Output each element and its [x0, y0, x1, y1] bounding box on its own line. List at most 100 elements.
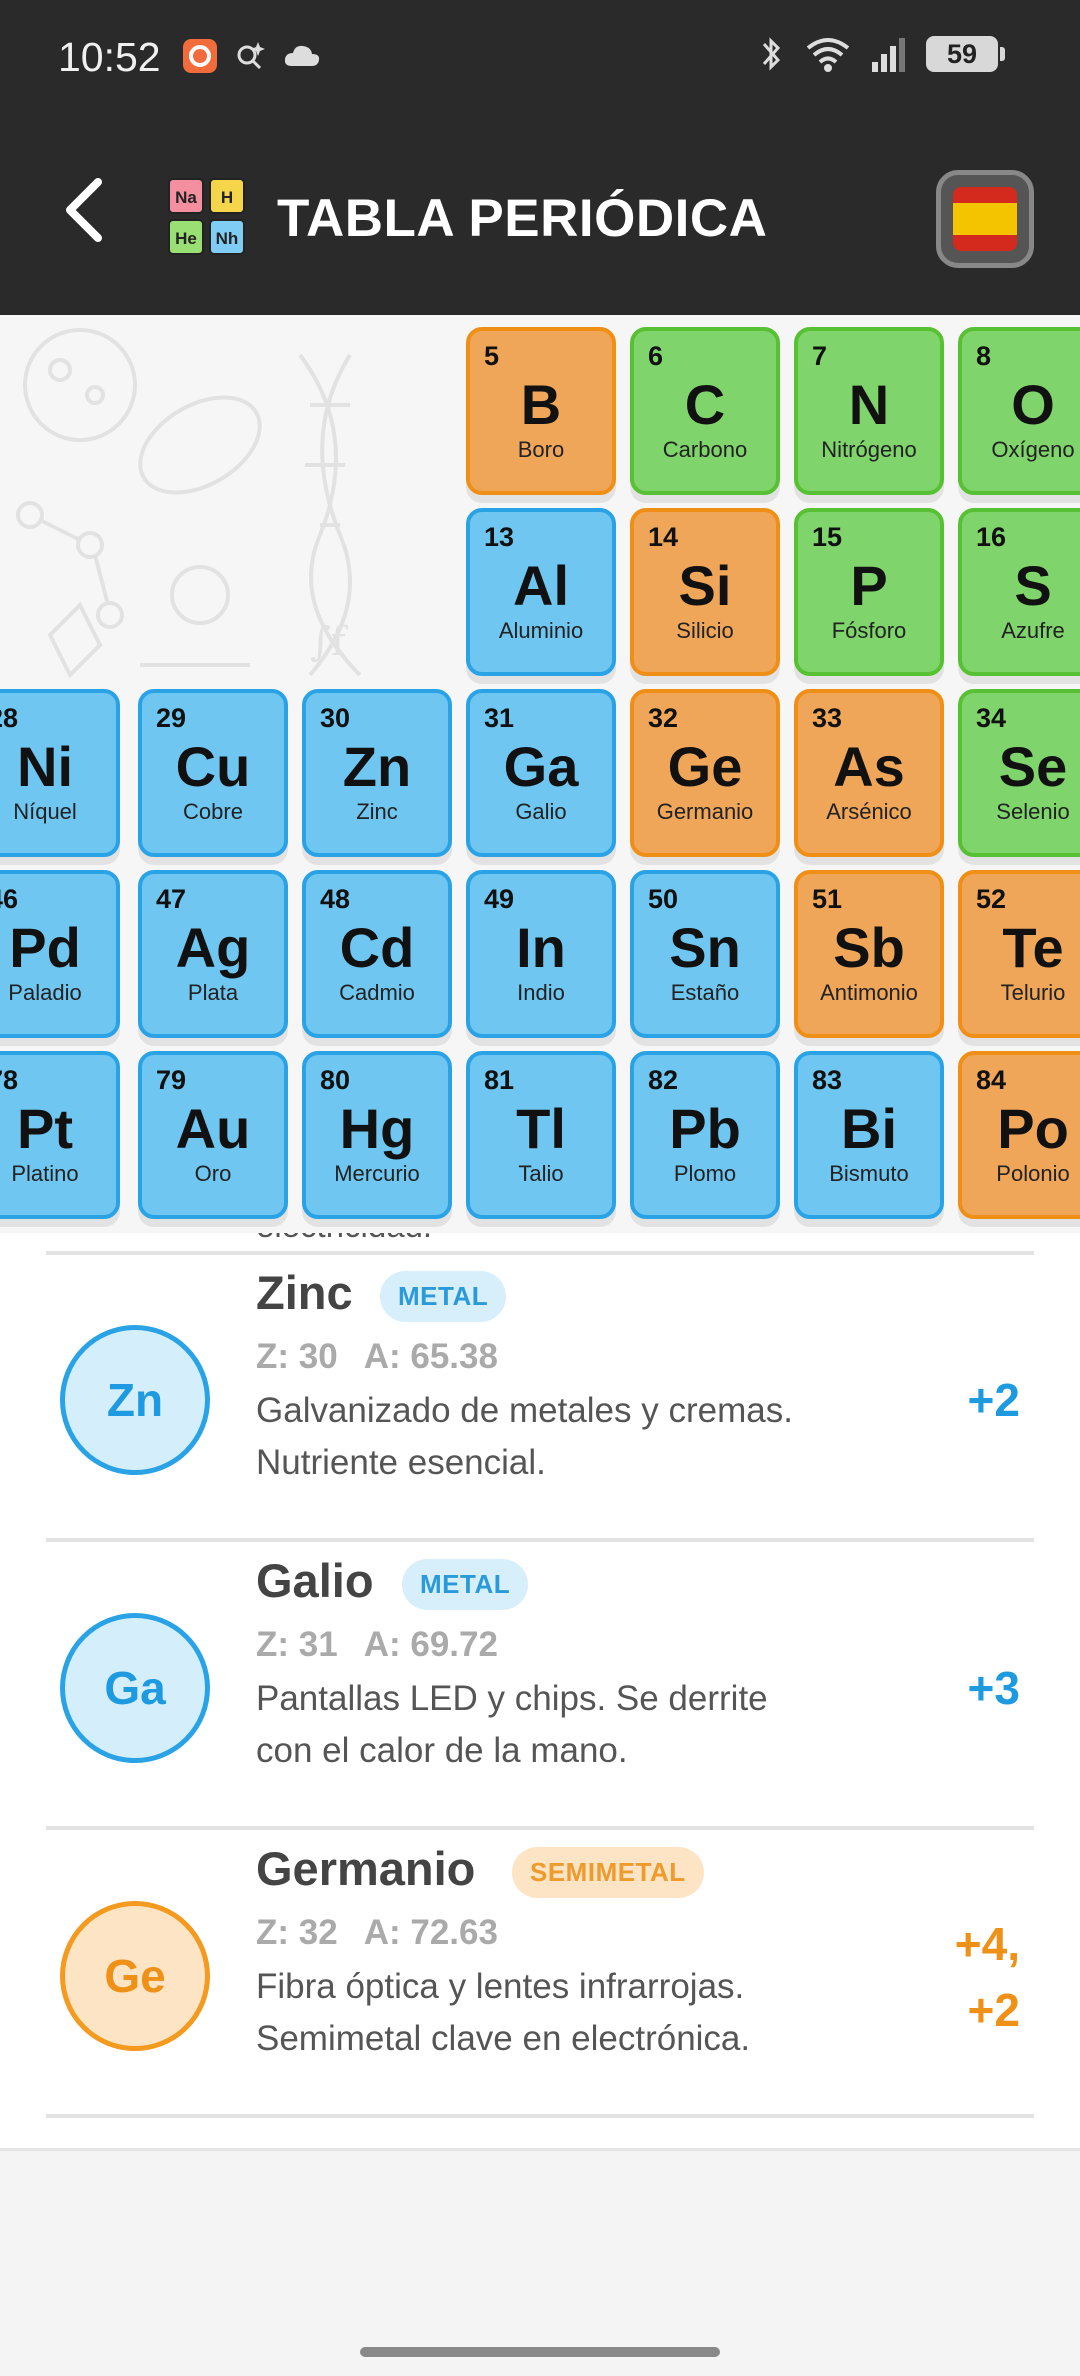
element-tile[interactable]: 5 B Boro	[466, 327, 616, 495]
oxidation-state: +4,	[954, 1918, 1020, 1970]
element-tile[interactable]: 83 Bi Bismuto	[794, 1051, 944, 1219]
element-tile[interactable]: 50 Sn Estaño	[630, 870, 780, 1038]
element-tile[interactable]: 6 C Carbono	[630, 327, 780, 495]
element-name: Zinc	[256, 1266, 353, 1319]
tile-atomic-number: 51	[812, 884, 843, 914]
list-divider	[46, 1538, 1034, 1542]
tile-atomic-number: 49	[484, 884, 515, 914]
element-tile[interactable]: 80 Hg Mercurio	[302, 1051, 452, 1219]
list-item-germanio[interactable]: Ge Germanio SEMIMETAL Z: 32 A: 72.63 Fibr…	[0, 1831, 1080, 2119]
tile-symbol: Ge	[667, 735, 743, 798]
element-tile[interactable]: 48 Cd Cadmio	[302, 870, 452, 1038]
element-tile[interactable]: 47 Ag Plata	[138, 870, 288, 1038]
language-button[interactable]	[936, 170, 1034, 268]
tile-element-name: Silicio	[676, 618, 734, 643]
element-tile[interactable]: 14 Si Silicio	[630, 508, 780, 676]
tile-symbol: Ag	[175, 916, 251, 979]
element-list[interactable]: electricidad. Zn Zinc METAL Z: 30 A: 65.3…	[0, 1233, 1080, 2148]
tile-element-name: Aluminio	[498, 618, 584, 643]
periodic-table-grid[interactable]: ∫f 5 B Boro 6 C Carbono 7 N Nitrógeno 8 O Oxígeno 13…	[0, 315, 1080, 1233]
tile-symbol: Tl	[516, 1097, 566, 1160]
tile-element-name: Polonio	[996, 1161, 1070, 1186]
tile-symbol: Ni	[17, 735, 73, 798]
element-tile[interactable]: 49 In Indio	[466, 870, 616, 1038]
atomic-number: Z: 31	[256, 1625, 338, 1664]
back-arrow-icon[interactable]	[48, 170, 128, 250]
bluetooth-icon	[762, 37, 781, 71]
element-tile[interactable]: 16 S Azufre	[958, 508, 1080, 676]
tile-symbol: Pb	[669, 1097, 741, 1160]
tile-symbol: Sb	[833, 916, 905, 979]
tile-element-name: Fósforo	[831, 618, 907, 643]
tile-atomic-number: 15	[812, 522, 843, 552]
atomic-number: Z: 30	[256, 1337, 338, 1376]
oxidation-states: +4, +2	[955, 1911, 1020, 2043]
top-bar: 10:52 59 Na H He Nh TABLA PERIÓDICA	[0, 0, 1080, 315]
element-tile[interactable]: 30 Zn Zinc	[302, 689, 452, 857]
tile-element-name: Selenio	[996, 799, 1070, 824]
list-item-zinc[interactable]: Zn Zinc METAL Z: 30 A: 65.38 Galvanizado …	[0, 1255, 1080, 1543]
tile-atomic-number: 80	[320, 1065, 351, 1095]
tile-symbol: Cu	[175, 735, 251, 798]
oxidation-states: +3	[968, 1655, 1020, 1721]
element-tile[interactable]: 31 Ga Galio	[466, 689, 616, 857]
element-tile[interactable]: 46PdPaladio	[0, 870, 120, 1038]
tile-element-name: Germanio	[656, 799, 754, 824]
element-description: Galvanizado de metales y cremas. Nutrient…	[256, 1385, 896, 1489]
element-tile[interactable]: 78PtPlatino	[0, 1051, 120, 1219]
tile-atomic-number: 83	[812, 1065, 843, 1095]
element-tile[interactable]: 81 Tl Talio	[466, 1051, 616, 1219]
app-bar: Na H He Nh TABLA PERIÓDICA	[0, 118, 1080, 315]
element-tile[interactable]: 82 Pb Plomo	[630, 1051, 780, 1219]
tile-atomic-number: 14	[648, 522, 679, 552]
element-tile[interactable]: 8 O Oxígeno	[958, 327, 1080, 495]
tile-element-name: Antimonio	[820, 980, 918, 1005]
element-tile[interactable]: 7 N Nitrógeno	[794, 327, 944, 495]
atomic-mass: A: 69.72	[363, 1625, 498, 1664]
status-bar: 10:52 59	[0, 0, 1080, 118]
tile-atomic-number: 46	[0, 884, 19, 914]
element-tile[interactable]: 34 Se Selenio	[958, 689, 1080, 857]
description-line: con el calor de la mano.	[256, 1731, 628, 1770]
tile-atomic-number: 78	[0, 1065, 19, 1095]
home-indicator[interactable]	[360, 2347, 720, 2357]
tile-symbol: Cd	[339, 916, 415, 979]
svg-text:∫f: ∫f	[310, 619, 349, 665]
description-line: Pantallas LED y chips. Se derrite	[256, 1679, 768, 1718]
tile-atomic-number: 7	[812, 341, 828, 371]
tile-atomic-number: 82	[648, 1065, 679, 1095]
atomic-info: Z: 30 A: 65.38	[256, 1337, 524, 1377]
element-tile[interactable]: 13 Al Aluminio	[466, 508, 616, 676]
element-tile[interactable]: 84 Po Polonio	[958, 1051, 1080, 1219]
element-symbol-circle: Ga	[60, 1613, 210, 1763]
element-tile[interactable]: 51 Sb Antimonio	[794, 870, 944, 1038]
tile-atomic-number: 28	[0, 703, 19, 733]
atomic-info: Z: 31 A: 69.72	[256, 1625, 524, 1665]
tile-element-name: Nitrógeno	[821, 437, 917, 462]
oxidation-state: +2	[967, 1984, 1020, 2036]
tile-element-name: Talio	[518, 1161, 564, 1186]
element-tile[interactable]: 79 Au Oro	[138, 1051, 288, 1219]
element-tile[interactable]: 33 As Arsénico	[794, 689, 944, 857]
tile-element-name: Oro	[194, 1161, 232, 1186]
element-name: Galio	[256, 1554, 374, 1607]
system-icons: 59	[756, 34, 1005, 74]
element-tile[interactable]: 28NiNíquel	[0, 689, 120, 857]
atomic-info: Z: 32 A: 72.63	[256, 1913, 524, 1953]
tile-atomic-number: 30	[320, 703, 351, 733]
tile-atomic-number: 50	[648, 884, 679, 914]
atomic-mass: A: 65.38	[363, 1337, 498, 1376]
element-tile[interactable]: 32 Ge Germanio	[630, 689, 780, 857]
description-line: Galvanizado de metales y cremas.	[256, 1391, 793, 1430]
element-tile[interactable]: 15 P Fósforo	[794, 508, 944, 676]
tile-atomic-number: 33	[812, 703, 843, 733]
element-tile[interactable]: 52 Te Telurio	[958, 870, 1080, 1038]
tile-symbol: N	[848, 373, 890, 436]
description-line: Fibra óptica y lentes infrarrojas.	[256, 1967, 745, 2006]
list-divider	[46, 1826, 1034, 1830]
element-tile[interactable]: 29 Cu Cobre	[138, 689, 288, 857]
list-item-galio[interactable]: Ga Galio METAL Z: 31 A: 69.72 Pantallas L…	[0, 1543, 1080, 1831]
tile-symbol: Po	[997, 1097, 1069, 1160]
tile-symbol: Zn	[342, 735, 412, 798]
tile-element-name: Indio	[517, 980, 565, 1005]
